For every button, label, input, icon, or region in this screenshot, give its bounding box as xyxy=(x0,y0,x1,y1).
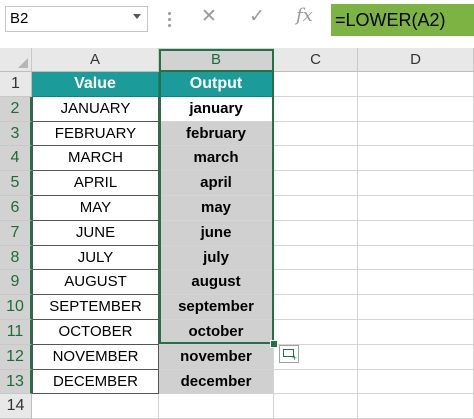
row-header-5[interactable]: 5 xyxy=(0,171,32,196)
row-header-1[interactable]: 1 xyxy=(0,72,32,97)
row-header-14[interactable]: 14 xyxy=(0,394,32,419)
value-header-cell[interactable]: Value xyxy=(32,72,159,97)
empty-cell[interactable] xyxy=(274,295,358,320)
select-all-button[interactable] xyxy=(0,48,32,72)
row-header-7[interactable]: 7 xyxy=(0,220,32,246)
empty-cell[interactable] xyxy=(274,270,358,296)
row-header-9[interactable]: 9 xyxy=(0,270,32,296)
select-all-icon xyxy=(18,58,28,68)
empty-cell[interactable] xyxy=(274,245,358,271)
empty-cell[interactable] xyxy=(274,369,358,395)
output-cell[interactable]: march xyxy=(159,146,274,172)
empty-cell[interactable] xyxy=(358,72,474,97)
empty-cell[interactable] xyxy=(358,171,474,196)
empty-cell[interactable] xyxy=(358,121,474,147)
output-cell[interactable]: february xyxy=(159,121,274,147)
output-cell[interactable]: april xyxy=(159,171,274,196)
value-cell[interactable]: SEPTEMBER xyxy=(32,295,159,320)
row-header-4[interactable]: 4 xyxy=(0,146,32,172)
name-box-value: B2 xyxy=(10,10,29,27)
empty-cell[interactable] xyxy=(159,394,274,419)
output-cell[interactable]: october xyxy=(159,320,274,345)
column-header-a[interactable]: A xyxy=(32,48,159,72)
value-cell[interactable]: FEBRUARY xyxy=(32,121,159,147)
row-header-6[interactable]: 6 xyxy=(0,196,32,221)
empty-cell[interactable] xyxy=(274,171,358,196)
value-cell[interactable]: JUNE xyxy=(32,220,159,246)
value-cell[interactable]: OCTOBER xyxy=(32,320,159,345)
row-header-10[interactable]: 10 xyxy=(0,295,32,320)
empty-cell[interactable] xyxy=(274,220,358,246)
output-cell[interactable]: june xyxy=(159,220,274,246)
value-cell[interactable]: MARCH xyxy=(32,146,159,172)
empty-cell[interactable] xyxy=(32,394,159,419)
column-header-c[interactable]: C xyxy=(274,48,358,72)
cancel-icon[interactable]: ✕ xyxy=(201,5,217,28)
output-cell[interactable]: september xyxy=(159,295,274,320)
name-box-dropdown-icon[interactable] xyxy=(133,14,141,19)
name-box[interactable]: B2 xyxy=(5,6,148,32)
column-header-b[interactable]: B xyxy=(159,48,274,72)
more-options-icon[interactable] xyxy=(168,12,172,28)
empty-cell[interactable] xyxy=(358,344,474,370)
value-cell[interactable]: APRIL xyxy=(32,171,159,196)
empty-cell[interactable] xyxy=(274,96,358,122)
value-cell[interactable]: MAY xyxy=(32,196,159,221)
empty-cell[interactable] xyxy=(274,72,358,97)
row-header-2[interactable]: 2 xyxy=(0,96,32,122)
output-cell[interactable]: july xyxy=(159,245,274,271)
empty-cell[interactable] xyxy=(358,295,474,320)
value-cell[interactable]: JULY xyxy=(32,245,159,271)
row-header-12[interactable]: 12 xyxy=(0,344,32,370)
row-header-13[interactable]: 13 xyxy=(0,369,32,395)
row-header-11[interactable]: 11 xyxy=(0,320,32,345)
empty-cell[interactable] xyxy=(274,121,358,147)
row-header-3[interactable]: 3 xyxy=(0,121,32,147)
column-header-d[interactable]: D xyxy=(358,48,474,72)
output-cell[interactable]: may xyxy=(159,196,274,221)
formula-bar: B2 ✕ ✓ fx =LOWER(A2) xyxy=(0,0,474,38)
empty-cell[interactable] xyxy=(274,196,358,221)
value-cell[interactable]: DECEMBER xyxy=(32,369,159,395)
active-cell[interactable]: january xyxy=(159,96,274,122)
empty-cell[interactable] xyxy=(358,270,474,296)
value-cell[interactable]: AUGUST xyxy=(32,270,159,296)
output-cell[interactable]: december xyxy=(159,369,274,395)
row-header-8[interactable]: 8 xyxy=(0,245,32,271)
empty-cell[interactable] xyxy=(358,369,474,395)
empty-cell[interactable] xyxy=(358,146,474,172)
empty-cell[interactable] xyxy=(274,394,358,419)
output-cell[interactable]: august xyxy=(159,270,274,296)
empty-cell[interactable] xyxy=(274,146,358,172)
empty-cell[interactable] xyxy=(358,245,474,271)
formula-input[interactable]: =LOWER(A2) xyxy=(331,4,474,36)
output-header-cell[interactable]: Output xyxy=(159,72,274,97)
value-cell[interactable]: JANUARY xyxy=(32,96,159,122)
fill-handle[interactable] xyxy=(270,340,278,348)
output-cell[interactable]: november xyxy=(159,344,274,370)
empty-cell[interactable] xyxy=(358,320,474,345)
empty-cell[interactable] xyxy=(358,394,474,419)
value-cell[interactable]: NOVEMBER xyxy=(32,344,159,370)
empty-cell[interactable] xyxy=(358,96,474,122)
enter-icon[interactable]: ✓ xyxy=(249,5,265,28)
quick-analysis-button[interactable]: + xyxy=(279,345,299,363)
empty-cell[interactable] xyxy=(358,196,474,221)
insert-function-icon[interactable]: fx xyxy=(296,5,313,26)
empty-cell[interactable] xyxy=(358,220,474,246)
empty-cell[interactable] xyxy=(274,320,358,345)
